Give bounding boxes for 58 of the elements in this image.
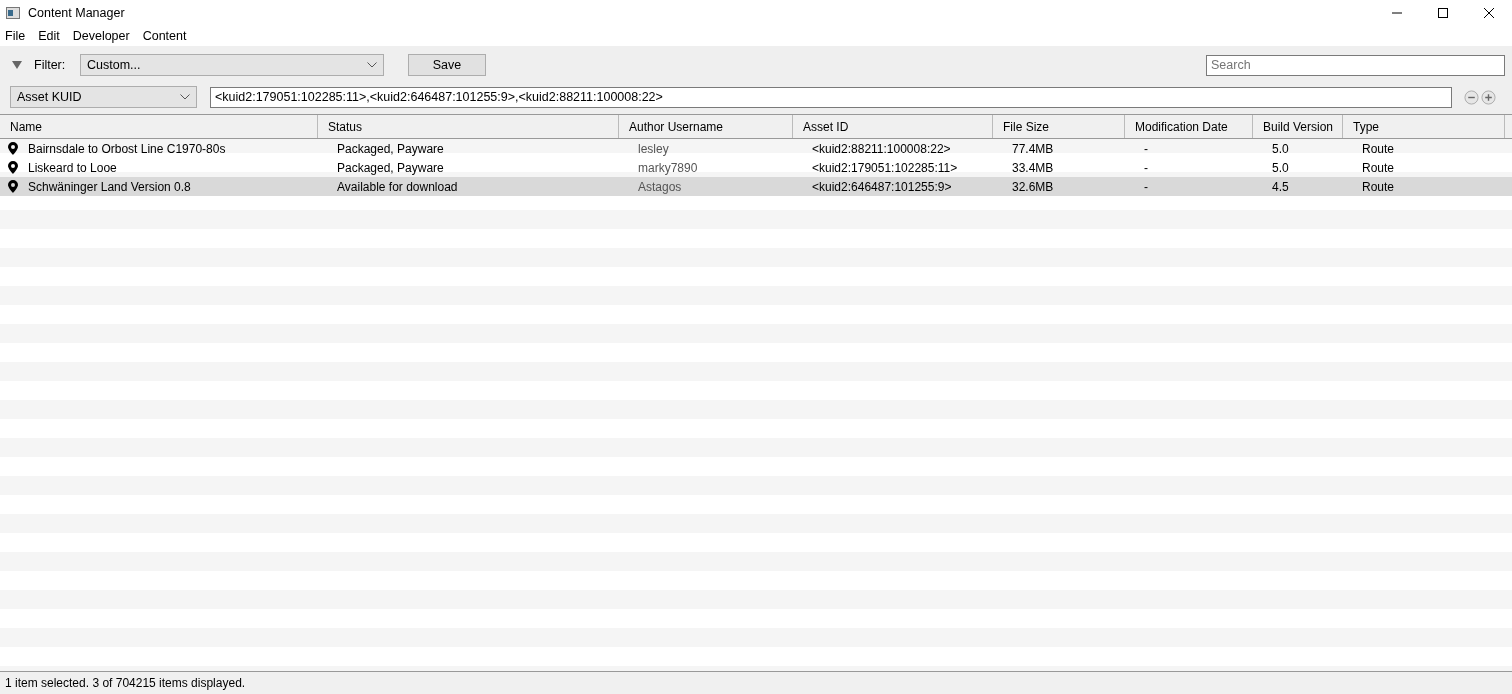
table-cell: -	[1144, 141, 1148, 156]
menu-item[interactable]: File	[4, 26, 32, 46]
table-cell-text: Schwäninger Land Version 0.8	[28, 178, 191, 196]
add-icon[interactable]	[1481, 89, 1496, 105]
save-button[interactable]: Save	[408, 54, 486, 76]
column-header[interactable]: Author Username	[619, 115, 793, 138]
table-cell: 77.4MB	[1012, 141, 1054, 156]
map-pin-icon	[8, 161, 18, 174]
map-pin-icon	[8, 142, 18, 155]
menu-item[interactable]: Developer	[71, 26, 136, 46]
table-cell-text: Bairnsdale to Orbost Line C1970-80s	[28, 140, 226, 158]
table-cell: 32.6MB	[1012, 179, 1054, 194]
filter-dropdown[interactable]: Custom...	[80, 54, 384, 76]
table-cell: -	[1144, 160, 1148, 175]
table-cell: 5.0	[1272, 141, 1289, 156]
table-row[interactable]: Liskeard to Looe Packaged, Payware marky7890 <kuid2:179051:102285:11> 33.4MB - 5.0 Route	[0, 158, 1512, 177]
table-cell: <kuid2:88211:100008:22>	[812, 141, 951, 156]
table-cell: Packaged, Payware	[337, 141, 444, 156]
column-header[interactable]: File Size	[993, 115, 1125, 138]
table-cell: 33.4MB	[1012, 160, 1054, 175]
table-row[interactable]: Bairnsdale to Orbost Line C1970-80s Packaged, Payware lesley <kuid2:88211:100008:22> 77.4MB - 5.0 Route	[0, 139, 1512, 158]
column-header[interactable]: Type	[1343, 115, 1505, 138]
table-cell: <kuid2:179051:102285:11>	[812, 160, 958, 175]
table-cell: Astagos	[638, 179, 682, 194]
menu-item[interactable]: Content	[141, 26, 193, 46]
kuid-input-field[interactable]: <kuid2:179051:102285:11>,<kuid2:646487:101255:9>,<kuid2:88211:100008:22>	[210, 86, 1452, 108]
table-cell: Route	[1362, 141, 1395, 156]
table-cell: <kuid2:646487:101255:9>	[812, 179, 952, 194]
table-cell: lesley	[638, 141, 669, 156]
maximize-icon[interactable]	[1437, 7, 1449, 19]
map-pin-icon	[8, 180, 18, 193]
table-cell: Available for download	[337, 179, 458, 194]
app-icon	[6, 7, 20, 19]
close-icon[interactable]	[1483, 7, 1495, 19]
chevron-down-icon	[180, 94, 190, 100]
table-cell-text: Liskeard to Looe	[28, 159, 117, 177]
menu-item[interactable]: Edit	[37, 26, 66, 46]
table-cell: -	[1144, 179, 1148, 194]
table-cell: Route	[1362, 160, 1395, 175]
field-dropdown[interactable]: Asset KUID	[10, 86, 197, 108]
column-header[interactable]: Modification Date	[1125, 115, 1253, 138]
chevron-down-icon	[367, 62, 377, 68]
table-cell: Route	[1362, 179, 1395, 194]
table-row[interactable]: Schwäninger Land Version 0.8 Available for download Astagos <kuid2:646487:101255:9> 32.6MB - 4.5 Route	[0, 177, 1512, 196]
column-header[interactable]: Name	[0, 115, 318, 138]
column-header[interactable]: Build Version	[1253, 115, 1343, 138]
window-title: Content Manager	[28, 4, 125, 22]
table-cell: 4.5	[1272, 179, 1289, 194]
filter-label: Filter:	[34, 56, 67, 74]
column-header[interactable]: Asset ID	[793, 115, 993, 138]
table-cell: marky7890	[638, 160, 698, 175]
table-cell: 5.0	[1272, 160, 1289, 175]
status-text: 1 item selected. 3 of 704215 items displayed.	[5, 675, 246, 692]
table-cell: Packaged, Payware	[337, 160, 444, 175]
column-header[interactable]: Status	[318, 115, 619, 138]
search-field[interactable]: Search	[1206, 54, 1505, 76]
remove-icon[interactable]	[1464, 89, 1479, 105]
collapse-triangle-icon[interactable]	[12, 61, 22, 69]
